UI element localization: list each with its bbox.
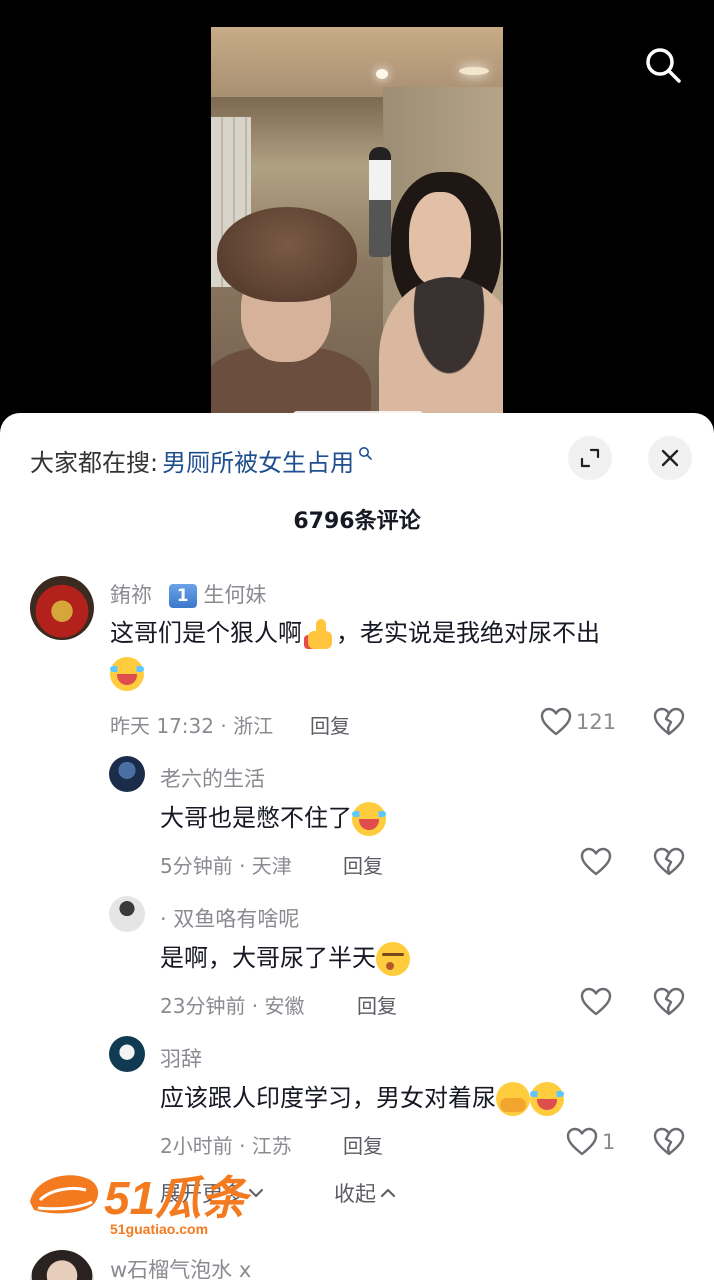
reply-username[interactable]: 老六的生活 <box>160 763 265 793</box>
heart-icon <box>580 987 612 1016</box>
broken-heart-icon <box>653 987 685 1016</box>
comment-text-part: 这哥们是个狠人啊 <box>110 619 302 647</box>
dislike-button[interactable] <box>653 987 685 1021</box>
laughing-crying-emoji <box>530 1082 564 1116</box>
like-button[interactable]: 1 <box>566 1127 615 1157</box>
comment-username[interactable]: w石榴气泡水 x <box>110 1254 251 1280</box>
broken-heart-icon <box>653 1127 685 1156</box>
avatar[interactable] <box>109 756 145 792</box>
video-person-hat <box>217 207 357 302</box>
broken-heart-icon <box>653 707 685 736</box>
reply-text: 大哥也是憋不住了 <box>160 798 386 838</box>
search-button[interactable] <box>640 42 686 88</box>
chevron-up-icon <box>381 1189 395 1197</box>
username-text: 銪祢 <box>110 583 152 607</box>
expand-icon <box>580 448 600 468</box>
trending-query[interactable]: 男厕所被女生占用 <box>162 443 354 478</box>
avatar[interactable] <box>109 1036 145 1072</box>
trending-search[interactable]: 大家都在搜: 男厕所被女生占用 <box>30 443 372 477</box>
reply-meta: 23分钟前 · 安徽 <box>160 994 305 1018</box>
dislike-button[interactable] <box>653 707 685 741</box>
reply-meta: 5分钟前 · 天津 <box>160 854 292 878</box>
comment-meta: 昨天 17:32 · 浙江 <box>110 714 274 738</box>
avatar[interactable] <box>109 896 145 932</box>
comment-count: 6796条评论 <box>293 509 421 534</box>
reply-text: 应该跟人印度学习，男女对着尿 <box>160 1078 564 1118</box>
collapse-button[interactable]: 收起 <box>334 1178 396 1208</box>
trending-prefix: 大家都在搜: <box>30 448 159 477</box>
search-icon <box>646 48 681 83</box>
watermark-logo: 51瓜条 51guatiao.com <box>24 1164 254 1242</box>
watermark-graphic: 51瓜条 51guatiao.com <box>30 1172 252 1237</box>
avatar[interactable] <box>30 576 94 640</box>
video-person <box>369 147 391 257</box>
video-player[interactable] <box>0 0 714 440</box>
like-count: 1 <box>602 1130 616 1154</box>
reply-text-part: 大哥也是憋不住了 <box>160 804 352 832</box>
heart-icon <box>566 1127 598 1156</box>
reply-button[interactable]: 回复 <box>357 990 397 1019</box>
like-button[interactable] <box>580 987 616 1017</box>
collapse-label: 收起 <box>334 1182 376 1206</box>
watermark-text: 51瓜条 <box>104 1172 252 1224</box>
dislike-button[interactable] <box>653 847 685 881</box>
reply-text-part: 是啊，大哥尿了半天 <box>160 944 376 972</box>
reply-text: 是啊，大哥尿了半天 <box>160 938 410 978</box>
search-icon <box>359 447 372 460</box>
video-frame[interactable] <box>211 27 503 427</box>
video-light <box>376 69 388 79</box>
comment-text: 这哥们是个狠人啊 ，老实说是我绝对尿不出 <box>110 613 690 693</box>
reply-username[interactable]: 羽辞 <box>160 1043 202 1073</box>
thumbs-up-emoji <box>302 617 336 651</box>
like-button[interactable]: 121 <box>540 707 616 737</box>
comments-sheet: 大家都在搜: 男厕所被女生占用 6796条评论 銪祢 1 生何妹 这哥们是个狠人… <box>0 413 714 1280</box>
laughing-crying-emoji <box>352 802 386 836</box>
reply-button[interactable]: 回复 <box>310 710 350 739</box>
like-button[interactable] <box>580 847 616 877</box>
sigh-emoji <box>376 942 410 976</box>
watermark-url: 51guatiao.com <box>110 1221 208 1237</box>
comment-username[interactable]: 銪祢 1 生何妹 <box>110 579 266 609</box>
reply-meta: 2小时前 · 江苏 <box>160 1134 292 1158</box>
reply-button[interactable]: 回复 <box>343 1130 383 1159</box>
dislike-button[interactable] <box>653 1127 685 1161</box>
heart-icon <box>580 847 612 876</box>
comment-text-part: ，老实说是我绝对尿不出 <box>336 619 600 647</box>
reply-username[interactable]: · 双鱼咯有啥呢 <box>160 903 299 933</box>
hands-over-mouth-emoji <box>496 1082 530 1116</box>
close-icon <box>661 449 679 467</box>
number-badge: 1 <box>168 584 197 608</box>
video-light <box>459 67 489 75</box>
badge-text: 生何妹 <box>203 583 267 607</box>
expand-button[interactable] <box>568 436 612 480</box>
heart-icon <box>540 707 572 736</box>
close-button[interactable] <box>648 436 692 480</box>
video-person <box>409 192 471 287</box>
laughing-crying-emoji <box>110 657 144 691</box>
reply-button[interactable]: 回复 <box>343 850 383 879</box>
like-count: 121 <box>576 710 617 734</box>
broken-heart-icon <box>653 847 685 876</box>
avatar[interactable] <box>30 1250 94 1280</box>
reply-text-part: 应该跟人印度学习，男女对着尿 <box>160 1084 496 1112</box>
